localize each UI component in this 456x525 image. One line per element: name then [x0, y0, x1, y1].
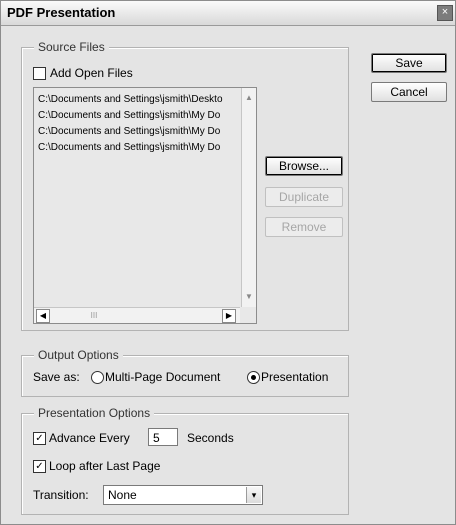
save-as-label: Save as: [33, 370, 80, 384]
close-icon[interactable]: × [437, 5, 453, 21]
presentation-options-legend: Presentation Options [34, 406, 155, 420]
advance-every-checkbox[interactable]: ✓ [33, 432, 46, 445]
radio-selected-dot [251, 375, 256, 380]
source-files-legend: Source Files [34, 40, 109, 54]
output-options-legend: Output Options [34, 348, 123, 362]
loop-checkbox[interactable]: ✓ [33, 460, 46, 473]
list-item[interactable]: C:\Documents and Settings\jsmith\Deskto [38, 94, 240, 105]
transition-select[interactable]: None ▾ [103, 485, 263, 505]
advance-seconds-input[interactable]: 5 [148, 428, 178, 446]
seconds-label: Seconds [187, 431, 234, 445]
source-files-list[interactable]: C:\Documents and Settings\jsmith\Deskto … [33, 87, 257, 324]
duplicate-button[interactable]: Duplicate [265, 187, 343, 207]
scroll-up-icon[interactable]: ▲ [243, 92, 255, 104]
save-button[interactable]: Save [371, 53, 447, 73]
transition-label: Transition: [33, 488, 89, 502]
list-item[interactable]: C:\Documents and Settings\jsmith\My Do [38, 126, 240, 137]
browse-button[interactable]: Browse... [265, 156, 343, 176]
advance-every-label[interactable]: Advance Every [49, 431, 130, 445]
presentation-radio[interactable] [247, 371, 260, 384]
multipage-radio[interactable] [91, 371, 104, 384]
list-item[interactable]: C:\Documents and Settings\jsmith\My Do [38, 142, 240, 153]
add-open-files-checkbox[interactable] [33, 67, 46, 80]
pdf-presentation-dialog: PDF Presentation × Source Files Add Open… [0, 0, 456, 525]
add-open-files-label[interactable]: Add Open Files [50, 66, 133, 80]
remove-button[interactable]: Remove [265, 217, 343, 237]
presentation-label[interactable]: Presentation [261, 370, 328, 384]
scroll-left-icon[interactable]: ◀ [36, 309, 50, 323]
transition-value: None [108, 488, 137, 502]
chevron-down-icon[interactable]: ▾ [246, 487, 261, 503]
list-item[interactable]: C:\Documents and Settings\jsmith\My Do [38, 110, 240, 121]
scroll-thumb[interactable]: III [74, 310, 114, 322]
loop-label[interactable]: Loop after Last Page [49, 459, 160, 473]
multipage-label[interactable]: Multi-Page Document [105, 370, 220, 384]
scroll-right-icon[interactable]: ▶ [222, 309, 236, 323]
dialog-title: PDF Presentation [7, 5, 116, 20]
horizontal-scrollbar[interactable]: ◀ III ▶ [34, 307, 240, 323]
vertical-scrollbar[interactable]: ▲ ▼ [241, 88, 256, 307]
title-bar[interactable]: PDF Presentation × [1, 1, 455, 26]
scroll-down-icon[interactable]: ▼ [243, 291, 255, 303]
cancel-button[interactable]: Cancel [371, 82, 447, 102]
